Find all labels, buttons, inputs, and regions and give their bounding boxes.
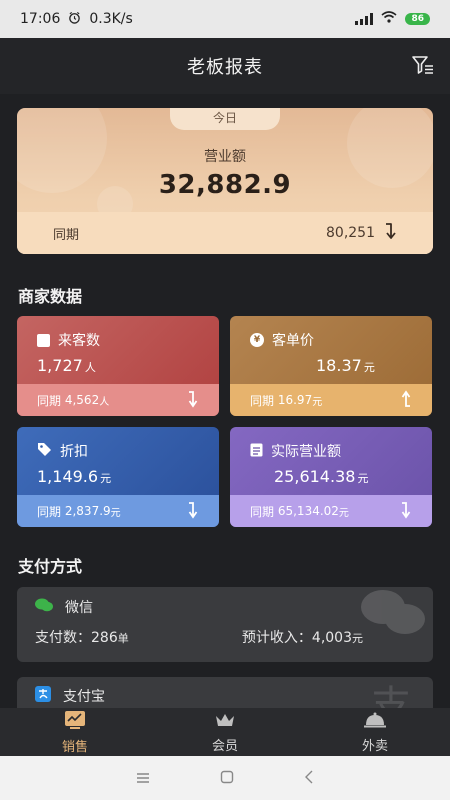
nav-sales[interactable]: 销售: [0, 708, 150, 756]
payment-count-unit: 单: [117, 632, 129, 645]
card-value: 1,727: [37, 356, 83, 375]
card-compare-value: 2,837.9: [64, 504, 111, 518]
card-compare-unit: 元: [110, 507, 121, 519]
trend-up-icon: [400, 389, 412, 411]
payment-income: 4,003: [311, 630, 352, 646]
signal-icon: [355, 13, 374, 25]
app-header: 老板报表: [0, 38, 450, 94]
today-tab: 今日: [170, 108, 280, 130]
today-revenue-card[interactable]: 今日 营业额 32,882.9 同期 80,251: [17, 108, 433, 254]
nav-members[interactable]: 会员: [150, 708, 300, 756]
revenue-label: 营业额: [204, 149, 246, 165]
wifi-icon: [381, 11, 397, 27]
nav-label: 销售: [61, 739, 88, 755]
wechat-icon: [35, 598, 53, 616]
home-icon[interactable]: [220, 769, 234, 788]
card-compare-unit: 元: [312, 396, 323, 408]
status-bar: 17:06 0.3K/s 86: [0, 0, 450, 38]
card-unit: 元: [357, 472, 369, 485]
compare-value: 80,251: [326, 225, 375, 241]
alarm-icon: [68, 11, 81, 28]
filter-icon[interactable]: [410, 52, 436, 78]
trend-down-icon: [187, 390, 199, 411]
payment-count-label: 支付数：: [35, 630, 91, 646]
card-compare-value: 4,562: [64, 393, 100, 407]
wechat-watermark-icon: [361, 590, 425, 634]
merchant-section-title: 商家数据: [18, 287, 83, 306]
card-compare-value: 65,134.02: [277, 504, 339, 518]
card-compare-unit: 人: [99, 396, 110, 408]
trend-down-icon: [187, 501, 199, 522]
back-icon[interactable]: [304, 769, 314, 788]
card-value: 25,614.38: [274, 467, 356, 486]
status-time: 17:06: [20, 11, 61, 27]
card-compare-label: 同期: [250, 393, 275, 408]
card-label: 客单价: [272, 333, 314, 349]
revenue-value: 32,882.9: [158, 170, 292, 200]
system-nav-bar: [0, 756, 450, 800]
alipay-payment-card[interactable]: 支 支付宝: [17, 677, 433, 708]
card-unit: 人: [84, 361, 96, 374]
card-compare-unit: 元: [338, 507, 349, 519]
page-title: 老板报表: [187, 57, 263, 78]
compare-label: 同期: [53, 227, 80, 243]
payment-count: 286: [91, 630, 118, 646]
clipboard-icon: [250, 442, 263, 461]
card-label: 来客数: [58, 333, 100, 349]
menu-icon[interactable]: [136, 769, 150, 788]
card-compare-label: 同期: [250, 504, 275, 519]
actual-revenue-card[interactable]: 实际营业额 25,614.38 元 同期 65,134.02 元: [230, 427, 432, 527]
wechat-payment-card[interactable]: 微信 支付数：286单 预计收入：4,003元: [17, 587, 433, 662]
cloche-icon: [363, 711, 387, 733]
nav-label: 会员: [211, 738, 238, 754]
nav-takeout[interactable]: 外卖: [300, 708, 450, 756]
trend-down-icon: [400, 501, 412, 522]
card-value: 18.37: [316, 356, 362, 375]
nav-label: 外卖: [361, 738, 388, 754]
crown-icon: [214, 711, 236, 733]
card-compare-value: 16.97: [277, 393, 313, 407]
calendar-check-icon: [37, 333, 50, 347]
alipay-icon: [35, 686, 51, 706]
trend-down-icon: [383, 222, 397, 244]
battery-indicator: 86: [405, 13, 430, 25]
card-compare-label: 同期: [37, 393, 62, 408]
tag-icon: [37, 442, 52, 461]
card-compare-label: 同期: [37, 504, 62, 519]
bottom-nav: 销售 会员 外卖: [0, 708, 450, 756]
card-value: 1,149.6: [37, 467, 99, 486]
avg-order-card[interactable]: ¥ 客单价 18.37 元 同期 16.97 元: [230, 316, 432, 416]
card-unit: 元: [363, 361, 375, 374]
yen-coin-icon: ¥: [250, 333, 264, 347]
card-label: 实际营业额: [271, 444, 341, 460]
payment-section-title: 支付方式: [18, 557, 83, 576]
alipay-watermark-icon: 支: [371, 683, 411, 708]
card-unit: 元: [100, 472, 112, 485]
today-compare-row: 同期 80,251: [17, 212, 433, 254]
discount-card[interactable]: 折扣 1,149.6 元 同期 2,837.9 元: [17, 427, 219, 527]
payment-method-name: 微信: [65, 600, 93, 616]
card-label: 折扣: [60, 444, 88, 460]
visitor-count-card[interactable]: 来客数 1,727 人 同期 4,562 人: [17, 316, 219, 416]
payment-income-label: 预计收入：: [241, 630, 312, 646]
payment-method-name: 支付宝: [63, 689, 105, 705]
sales-chart-icon: [64, 710, 86, 734]
network-speed: 0.3K/s: [89, 11, 133, 27]
